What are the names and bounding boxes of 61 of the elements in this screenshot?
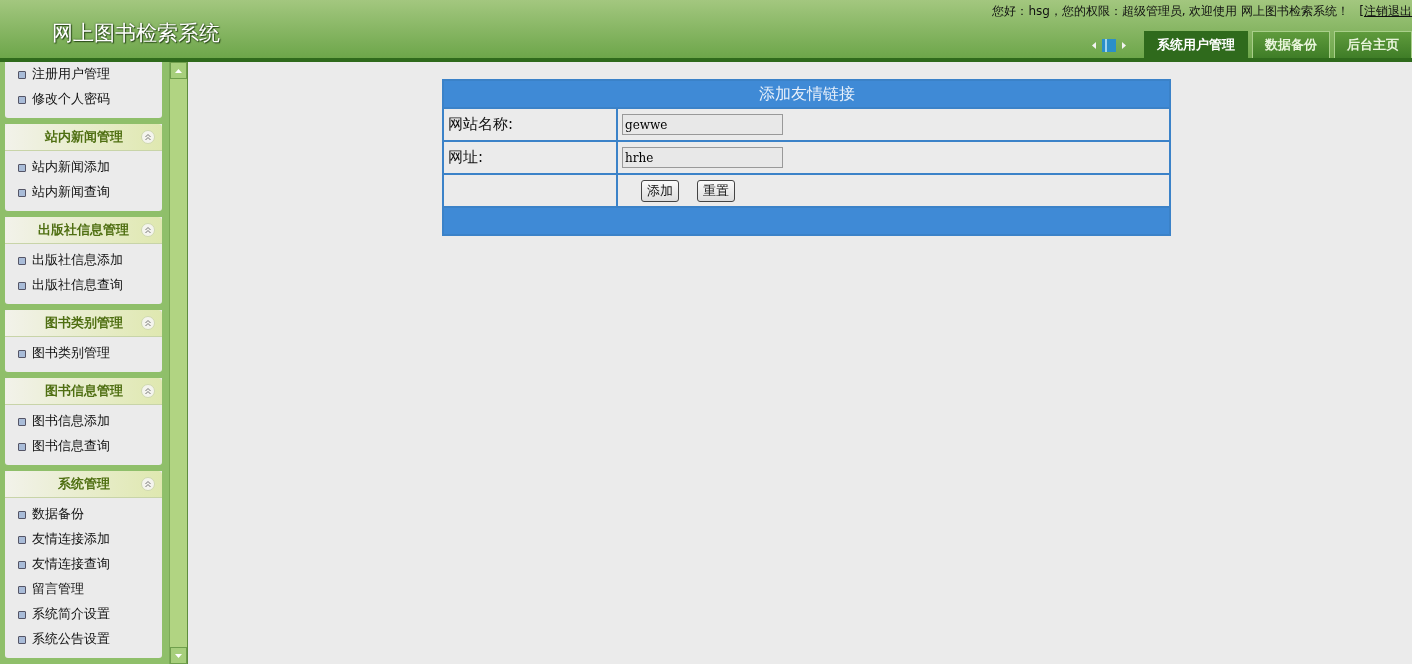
text-field[interactable]: hrhe [622, 147, 783, 168]
menu-item[interactable]: 站内新闻添加 [5, 155, 162, 180]
nav-tab[interactable]: 系统用户管理 [1144, 31, 1248, 58]
scroll-up-button[interactable] [170, 62, 187, 79]
menu-item[interactable]: 数据备份 [5, 502, 162, 527]
bullet-icon [18, 442, 26, 451]
right-arrow-icon[interactable] [1122, 42, 1126, 49]
bullet-icon [18, 95, 26, 104]
bullet-icon [18, 635, 26, 644]
menu-item[interactable]: 系统简介设置 [5, 602, 162, 627]
bullet-icon [18, 188, 26, 197]
down-arrow-icon [175, 653, 183, 658]
bullet-icon [18, 163, 26, 172]
bullet-icon [18, 256, 26, 265]
menu-item[interactable]: 图书信息查询 [5, 434, 162, 459]
field-label: 网站名称: [443, 108, 617, 141]
menu-item[interactable]: 图书类别管理 [5, 341, 162, 366]
bullet-icon [18, 585, 26, 594]
collapse-icon[interactable] [141, 223, 155, 237]
menu-item[interactable]: 修改个人密码 [5, 87, 162, 112]
bullet-icon [18, 560, 26, 569]
collapse-icon[interactable] [141, 316, 155, 330]
nav-tab[interactable]: 后台主页 [1334, 31, 1412, 58]
scroll-down-button[interactable] [170, 647, 187, 664]
menu-item[interactable]: 出版社信息查询 [5, 273, 162, 298]
menu-group-header[interactable]: 系统管理 [5, 471, 162, 498]
greeting-text: 您好：hsg，您的权限：超级管理员, 欢迎使用 网上图书检索系统！ [992, 3, 1350, 20]
nav-tab[interactable]: 数据备份 [1252, 31, 1330, 58]
add-button[interactable]: 添加 [641, 179, 679, 202]
menu-item[interactable]: 系统公告设置 [5, 627, 162, 652]
collapse-icon[interactable] [141, 477, 155, 491]
menu-item[interactable]: 注册用户管理 [5, 62, 162, 87]
logout-link[interactable]: [注销退出 [1359, 3, 1412, 20]
scrollbar[interactable] [169, 62, 188, 664]
menu-group-header[interactable]: 出版社信息管理 [5, 217, 162, 244]
bullet-icon [18, 349, 26, 358]
field-label: 网址: [443, 141, 617, 174]
collapse-icon[interactable] [141, 384, 155, 398]
bullet-icon [18, 535, 26, 544]
menu-item[interactable]: 出版社信息添加 [5, 248, 162, 273]
menu-item[interactable]: 友情连接查询 [5, 552, 162, 577]
menu-item[interactable]: 站内新闻查询 [5, 180, 162, 205]
site-title: 网上图书检索系统 [52, 20, 220, 47]
up-arrow-icon [175, 68, 183, 73]
bullet-icon [18, 417, 26, 426]
menu-group-header[interactable]: 站内新闻管理 [5, 124, 162, 151]
menu-group-header[interactable]: 图书信息管理 [5, 378, 162, 405]
form-title: 添加友情链接 [443, 80, 1170, 108]
menu-item[interactable]: 友情连接添加 [5, 527, 162, 552]
menu-item[interactable]: 图书信息添加 [5, 409, 162, 434]
bullet-icon [18, 70, 26, 79]
menu-item[interactable]: 留言管理 [5, 577, 162, 602]
book-icon[interactable] [1102, 39, 1116, 52]
collapse-icon[interactable] [141, 130, 155, 144]
menu-group-header[interactable]: 图书类别管理 [5, 310, 162, 337]
text-field[interactable]: gewwe [622, 114, 783, 135]
left-arrow-icon[interactable] [1092, 42, 1096, 49]
bullet-icon [18, 281, 26, 290]
reset-button[interactable]: 重置 [697, 179, 735, 202]
bullet-icon [18, 610, 26, 619]
bullet-icon [18, 510, 26, 519]
